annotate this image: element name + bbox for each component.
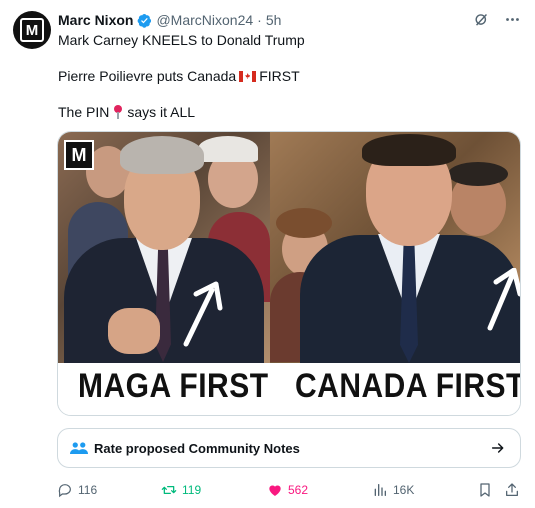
people-icon [70, 442, 88, 454]
pin-icon [113, 105, 123, 119]
repost-count: 119 [182, 483, 202, 497]
community-notes-label: Rate proposed Community Notes [94, 440, 300, 456]
like-button[interactable]: 562 [267, 482, 308, 498]
post-text-line-1: Mark Carney KNEELS to Donald Trump [58, 32, 305, 48]
arrow-left-annotation [183, 281, 223, 347]
bookmark-button[interactable] [477, 482, 493, 498]
post-time[interactable]: 5h [266, 12, 282, 28]
canada-flag-icon [239, 71, 257, 82]
like-count: 562 [288, 483, 309, 497]
share-icon [506, 483, 518, 496]
reply-icon [58, 484, 71, 498]
post-top-actions [473, 11, 521, 28]
post-header: Marc Nixon @MarcNixon24 · 5h [58, 11, 281, 29]
verified-badge-icon [138, 13, 152, 28]
watermark-logo: M [64, 140, 94, 170]
reply-count: 116 [78, 483, 98, 497]
photo-left-carney: M [58, 132, 270, 363]
arrow-right-icon [491, 443, 504, 453]
post-action-bar: 116 119 562 16K [57, 480, 521, 500]
photo-right-poilievre [270, 132, 520, 363]
arrow-right-annotation [487, 268, 520, 331]
views-icon [374, 484, 386, 496]
avatar[interactable]: M [13, 11, 51, 49]
views-count: 16K [393, 483, 415, 497]
heart-icon [269, 485, 281, 496]
more-icon[interactable] [504, 11, 521, 28]
post-text-line-2-start: Pierre Poilievre puts Canada [58, 68, 237, 84]
community-notes-button[interactable]: Rate proposed Community Notes [57, 428, 521, 468]
author-name[interactable]: Marc Nixon [58, 12, 133, 28]
post-text-line-2: Pierre Poilievre puts Canada FIRST [58, 67, 300, 85]
caption-left: MAGA FIRST [78, 367, 269, 405]
repost-icon [161, 486, 177, 494]
separator-dot: · [257, 12, 262, 28]
views-button[interactable]: 16K [372, 482, 414, 498]
post-text-line-3-start: The PIN [58, 104, 110, 120]
share-button[interactable] [504, 482, 520, 498]
post-media-image[interactable]: M MAGA FIRST CANADA FIRST [57, 131, 521, 416]
grok-icon[interactable] [473, 11, 490, 28]
caption-right: CANADA FIRST [295, 367, 521, 405]
avatar-letter: M [20, 18, 44, 42]
repost-button[interactable]: 119 [161, 482, 201, 498]
bookmark-icon [480, 483, 490, 497]
post-text-line-2-end: FIRST [259, 68, 300, 84]
reply-button[interactable]: 116 [57, 482, 97, 498]
author-handle[interactable]: @MarcNixon24 [156, 12, 253, 28]
post-text-line-3-end: says it ALL [127, 104, 196, 120]
post-text-line-3: The PIN says it ALL [58, 103, 195, 121]
